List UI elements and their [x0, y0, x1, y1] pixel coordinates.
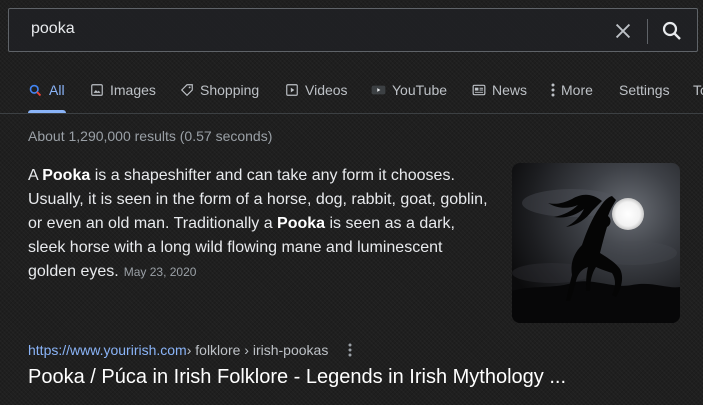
result-stats: About 1,290,000 results (0.57 seconds) [28, 128, 273, 144]
play-icon [286, 84, 298, 96]
tab-label: YouTube [392, 82, 448, 98]
tabs-divider [0, 113, 703, 114]
tab-news[interactable]: News [472, 82, 527, 98]
snippet-bold: Pooka [42, 167, 91, 184]
tab-label: Images [110, 82, 156, 98]
search-box[interactable] [8, 8, 698, 52]
tab-more[interactable]: More [551, 82, 593, 98]
tab-label: Videos [305, 82, 348, 98]
more-vert-icon [348, 343, 352, 357]
more-options-button[interactable] [346, 342, 354, 358]
youtube-icon [371, 85, 386, 95]
tab-label: News [492, 82, 528, 98]
result-url[interactable]: https://www.yourirish.com [28, 342, 187, 358]
tag-icon [180, 84, 193, 97]
tab-youtube[interactable]: YouTube [371, 82, 447, 98]
tab-label: To [693, 82, 703, 98]
search-icon [29, 84, 42, 96]
featured-snippet-text: A Pooka is a shapeshifter and can take a… [28, 164, 488, 284]
snippet-bold: Pooka [277, 215, 326, 232]
tab-videos[interactable]: Videos [285, 82, 348, 98]
tab-settings[interactable]: Settings [619, 82, 670, 98]
search-icon [662, 21, 681, 40]
image-icon [91, 84, 103, 96]
tab-tools[interactable]: To [693, 82, 703, 98]
tab-images[interactable]: Images [90, 82, 156, 98]
result-breadcrumb: › folklore › irish-pookas [186, 342, 329, 358]
tab-label: All [49, 82, 65, 98]
horse-silhouette-moon-image[interactable] [512, 163, 680, 323]
tab-label: More [561, 82, 593, 98]
close-icon [615, 23, 631, 39]
snippet-part: A [28, 167, 43, 184]
search-divider [647, 19, 648, 44]
search-input[interactable] [31, 20, 571, 38]
tab-label: Settings [619, 82, 670, 98]
result-title-link[interactable]: Pooka / Púca in Irish Folklore - Legends… [28, 366, 566, 389]
tab-shopping[interactable]: Shopping [180, 82, 259, 98]
more-vert-icon [551, 83, 555, 97]
search-tabs: All Images Shopping Videos YouTube News … [0, 74, 703, 114]
search-button[interactable] [660, 19, 684, 43]
snippet-date: May 23, 2020 [123, 265, 197, 279]
tab-label: Shopping [200, 82, 260, 98]
clear-search-button[interactable] [612, 20, 634, 42]
result-cite: https://www.yourirish.com › folklore › i… [28, 342, 354, 358]
news-icon [472, 84, 486, 96]
tab-all[interactable]: All [28, 82, 65, 98]
